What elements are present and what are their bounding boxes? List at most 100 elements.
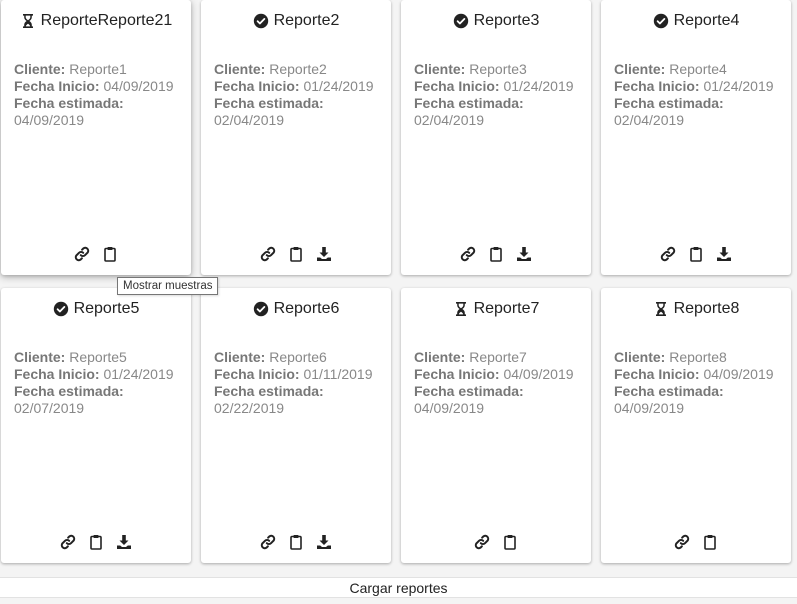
cliente-label: Cliente: [614, 61, 666, 77]
report-title: Reporte2 [201, 12, 391, 30]
clipboard-icon[interactable] [702, 532, 718, 552]
link-icon[interactable] [260, 532, 276, 552]
report-info: Cliente: Reporte4 Fecha Inicio: 01/24/20… [614, 61, 785, 129]
report-title-text: Reporte4 [673, 12, 740, 29]
cliente-label: Cliente: [14, 349, 66, 365]
report-card: Reporte8 Cliente: Reporte8 Fecha Inicio:… [601, 288, 791, 563]
report-actions [401, 244, 591, 264]
check-circle-icon [253, 13, 269, 29]
cliente-label: Cliente: [14, 61, 66, 77]
cliente-value: Reporte7 [469, 349, 527, 365]
clipboard-icon[interactable] [102, 244, 118, 264]
load-reports-button[interactable]: Cargar reportes [0, 577, 797, 598]
fecha-inicio-label: Fecha Inicio: [614, 78, 700, 94]
report-actions [401, 532, 591, 552]
clipboard-icon[interactable] [488, 244, 504, 264]
fecha-inicio-label: Fecha Inicio: [14, 366, 100, 382]
check-circle-icon [253, 301, 269, 317]
fecha-estimada-value: 02/04/2019 [414, 112, 485, 128]
download-icon[interactable] [316, 244, 332, 264]
hourglass-icon [453, 301, 469, 317]
fecha-estimada-value: 02/07/2019 [14, 400, 85, 416]
fecha-inicio-label: Fecha Inicio: [614, 366, 700, 382]
hourglass-icon [653, 301, 669, 317]
fecha-estimada-value: 02/04/2019 [214, 112, 285, 128]
check-circle-icon [453, 13, 469, 29]
cliente-label: Cliente: [614, 349, 666, 365]
report-actions [201, 532, 391, 552]
fecha-estimada-value: 04/09/2019 [614, 400, 685, 416]
report-card: Reporte7 Cliente: Reporte7 Fecha Inicio:… [401, 288, 591, 563]
report-info: Cliente: Reporte7 Fecha Inicio: 04/09/20… [414, 349, 585, 417]
report-card: Reporte6 Cliente: Reporte6 Fecha Inicio:… [201, 288, 391, 563]
download-icon[interactable] [316, 532, 332, 552]
report-title-text: Reporte8 [673, 300, 740, 317]
fecha-estimada-value: 04/09/2019 [14, 112, 85, 128]
fecha-inicio-value: 01/24/2019 [703, 78, 774, 94]
fecha-estimada-label: Fecha estimada: [414, 95, 524, 111]
link-icon[interactable] [474, 532, 490, 552]
fecha-inicio-value: 01/24/2019 [303, 78, 374, 94]
report-info: Cliente: Reporte1 Fecha Inicio: 04/09/20… [14, 61, 185, 129]
fecha-estimada-value: 02/04/2019 [614, 112, 685, 128]
link-icon[interactable] [60, 532, 76, 552]
link-icon[interactable] [74, 244, 90, 264]
link-icon[interactable] [260, 244, 276, 264]
fecha-estimada-label: Fecha estimada: [14, 383, 124, 399]
cliente-label: Cliente: [414, 349, 466, 365]
report-title-text: ReporteReporte21 [40, 12, 173, 29]
report-actions [601, 244, 791, 264]
download-icon[interactable] [116, 532, 132, 552]
fecha-estimada-value: 02/22/2019 [214, 400, 285, 416]
report-title-text: Reporte3 [473, 12, 540, 29]
report-info: Cliente: Reporte5 Fecha Inicio: 01/24/20… [14, 349, 185, 417]
clipboard-icon[interactable] [88, 532, 104, 552]
report-actions [201, 244, 391, 264]
report-title-text: Reporte2 [273, 12, 340, 29]
report-title: Reporte3 [401, 12, 591, 30]
clipboard-icon[interactable] [688, 244, 704, 264]
fecha-estimada-label: Fecha estimada: [614, 383, 724, 399]
fecha-estimada-label: Fecha estimada: [414, 383, 524, 399]
report-card: Reporte2 Cliente: Reporte2 Fecha Inicio:… [201, 0, 391, 275]
fecha-inicio-label: Fecha Inicio: [214, 366, 300, 382]
report-card: Reporte4 Cliente: Reporte4 Fecha Inicio:… [601, 0, 791, 275]
report-info: Cliente: Reporte6 Fecha Inicio: 01/11/20… [214, 349, 385, 417]
report-card: Reporte3 Cliente: Reporte3 Fecha Inicio:… [401, 0, 591, 275]
fecha-inicio-value: 01/24/2019 [503, 78, 574, 94]
report-actions [1, 244, 191, 264]
report-actions [601, 532, 791, 552]
hourglass-icon [20, 13, 36, 29]
cliente-label: Cliente: [414, 61, 466, 77]
fecha-estimada-label: Fecha estimada: [214, 383, 324, 399]
report-info: Cliente: Reporte2 Fecha Inicio: 01/24/20… [214, 61, 385, 129]
download-icon[interactable] [716, 244, 732, 264]
fecha-inicio-label: Fecha Inicio: [414, 366, 500, 382]
fecha-estimada-label: Fecha estimada: [214, 95, 324, 111]
report-title-text: Reporte7 [473, 300, 540, 317]
report-title: Reporte7 [401, 300, 591, 318]
download-icon[interactable] [516, 244, 532, 264]
fecha-inicio-value: 01/11/2019 [303, 366, 373, 382]
clipboard-icon[interactable] [502, 532, 518, 552]
link-icon[interactable] [674, 532, 690, 552]
fecha-inicio-value: 01/24/2019 [103, 366, 174, 382]
report-title: Reporte4 [601, 12, 791, 30]
cliente-value: Reporte5 [69, 349, 127, 365]
clipboard-icon[interactable] [288, 244, 304, 264]
report-title-text: Reporte5 [73, 300, 140, 317]
cliente-value: Reporte1 [69, 61, 127, 77]
clipboard-icon[interactable] [288, 532, 304, 552]
report-card: Reporte5 Cliente: Reporte5 Fecha Inicio:… [1, 288, 191, 563]
fecha-estimada-label: Fecha estimada: [14, 95, 124, 111]
fecha-inicio-label: Fecha Inicio: [214, 78, 300, 94]
link-icon[interactable] [660, 244, 676, 264]
link-icon[interactable] [460, 244, 476, 264]
fecha-inicio-value: 04/09/2019 [703, 366, 774, 382]
cliente-value: Reporte2 [269, 61, 327, 77]
report-title: ReporteReporte21 [1, 12, 191, 30]
report-title-text: Reporte6 [273, 300, 340, 317]
cliente-value: Reporte6 [269, 349, 327, 365]
report-info: Cliente: Reporte8 Fecha Inicio: 04/09/20… [614, 349, 785, 417]
report-title: Reporte5 [1, 300, 191, 318]
